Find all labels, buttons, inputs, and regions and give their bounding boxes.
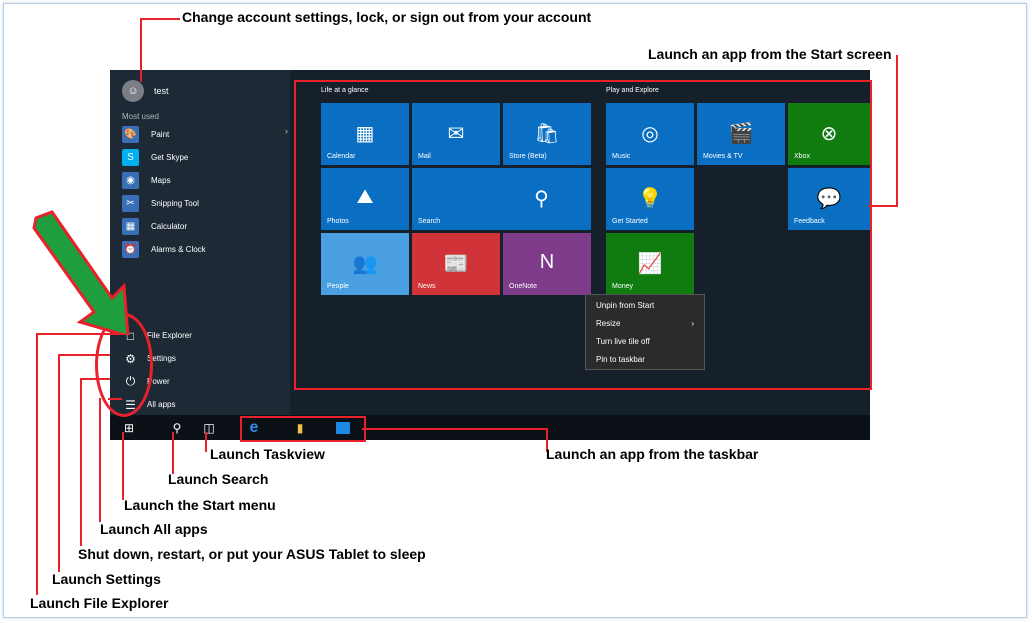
chevron-right-icon[interactable]: › — [285, 126, 288, 136]
taskview-line — [205, 432, 207, 452]
maps-icon: ◉ — [122, 172, 139, 189]
app-calculator[interactable]: ▦ Calculator — [122, 215, 206, 238]
paint-icon: 🎨 — [122, 126, 139, 143]
annotation-file-explorer: Launch File Explorer — [30, 595, 169, 611]
annotation-taskview: Launch Taskview — [210, 446, 325, 462]
annotation-power: Shut down, restart, or put your ASUS Tab… — [78, 546, 426, 562]
skype-icon: S — [122, 149, 139, 166]
allapps-line-h — [108, 398, 122, 400]
item-label: All apps — [147, 400, 176, 409]
start-screen-line-h — [868, 205, 898, 207]
user-account[interactable]: ☺ test — [122, 80, 169, 102]
user-name: test — [154, 86, 169, 96]
taskbar-apps-highlight-box — [240, 416, 366, 442]
user-avatar-icon: ☺ — [122, 80, 144, 102]
start-screen-line-v — [896, 55, 898, 207]
app-snipping-tool[interactable]: ✂ Snipping Tool — [122, 192, 206, 215]
explorer-line-v — [36, 333, 38, 595]
most-used-list: 🎨 Paint S Get Skype ◉ Maps ✂ Snipping Tool ▦… — [122, 123, 206, 261]
app-alarms-clock[interactable]: ⏰ Alarms & Clock — [122, 238, 206, 261]
app-label: Calculator — [151, 222, 188, 231]
search-icon[interactable]: ⚲ — [166, 417, 188, 438]
power-line-h — [80, 378, 110, 380]
annotation-start-menu: Launch the Start menu — [124, 497, 276, 513]
app-get-skype[interactable]: S Get Skype — [122, 146, 206, 169]
item-label: File Explorer — [147, 331, 192, 340]
app-label: Snipping Tool — [151, 199, 199, 208]
app-paint[interactable]: 🎨 Paint — [122, 123, 206, 146]
app-maps[interactable]: ◉ Maps — [122, 169, 206, 192]
app-label: Get Skype — [151, 153, 189, 162]
account-line-h — [140, 18, 180, 20]
explorer-line-h — [36, 333, 122, 335]
annotation-account: Change account settings, lock, or sign o… — [182, 9, 592, 25]
annotation-start-screen: Launch an app from the Start screen — [648, 46, 892, 62]
search-line — [172, 432, 174, 474]
annotation-taskbar: Launch an app from the taskbar — [546, 446, 759, 462]
account-line-v — [140, 18, 142, 82]
app-label: Alarms & Clock — [151, 245, 206, 254]
startmenu-line — [122, 432, 124, 500]
annotation-search: Launch Search — [168, 471, 269, 487]
annotation-all-apps: Launch All apps — [100, 521, 208, 537]
app-label: Paint — [151, 130, 170, 139]
settings-line-h — [58, 354, 110, 356]
taskview-icon[interactable]: ◫ — [198, 417, 220, 438]
app-label: Maps — [151, 176, 171, 185]
most-used-label: Most used — [122, 112, 159, 121]
allapps-line-v — [99, 398, 101, 522]
annotation-settings: Launch Settings — [52, 571, 161, 587]
green-arrow-icon — [32, 210, 130, 335]
start-screen-highlight-box — [294, 80, 872, 390]
settings-line-v — [58, 354, 60, 572]
power-line-v — [80, 378, 82, 546]
taskbar-line-h — [362, 428, 548, 430]
